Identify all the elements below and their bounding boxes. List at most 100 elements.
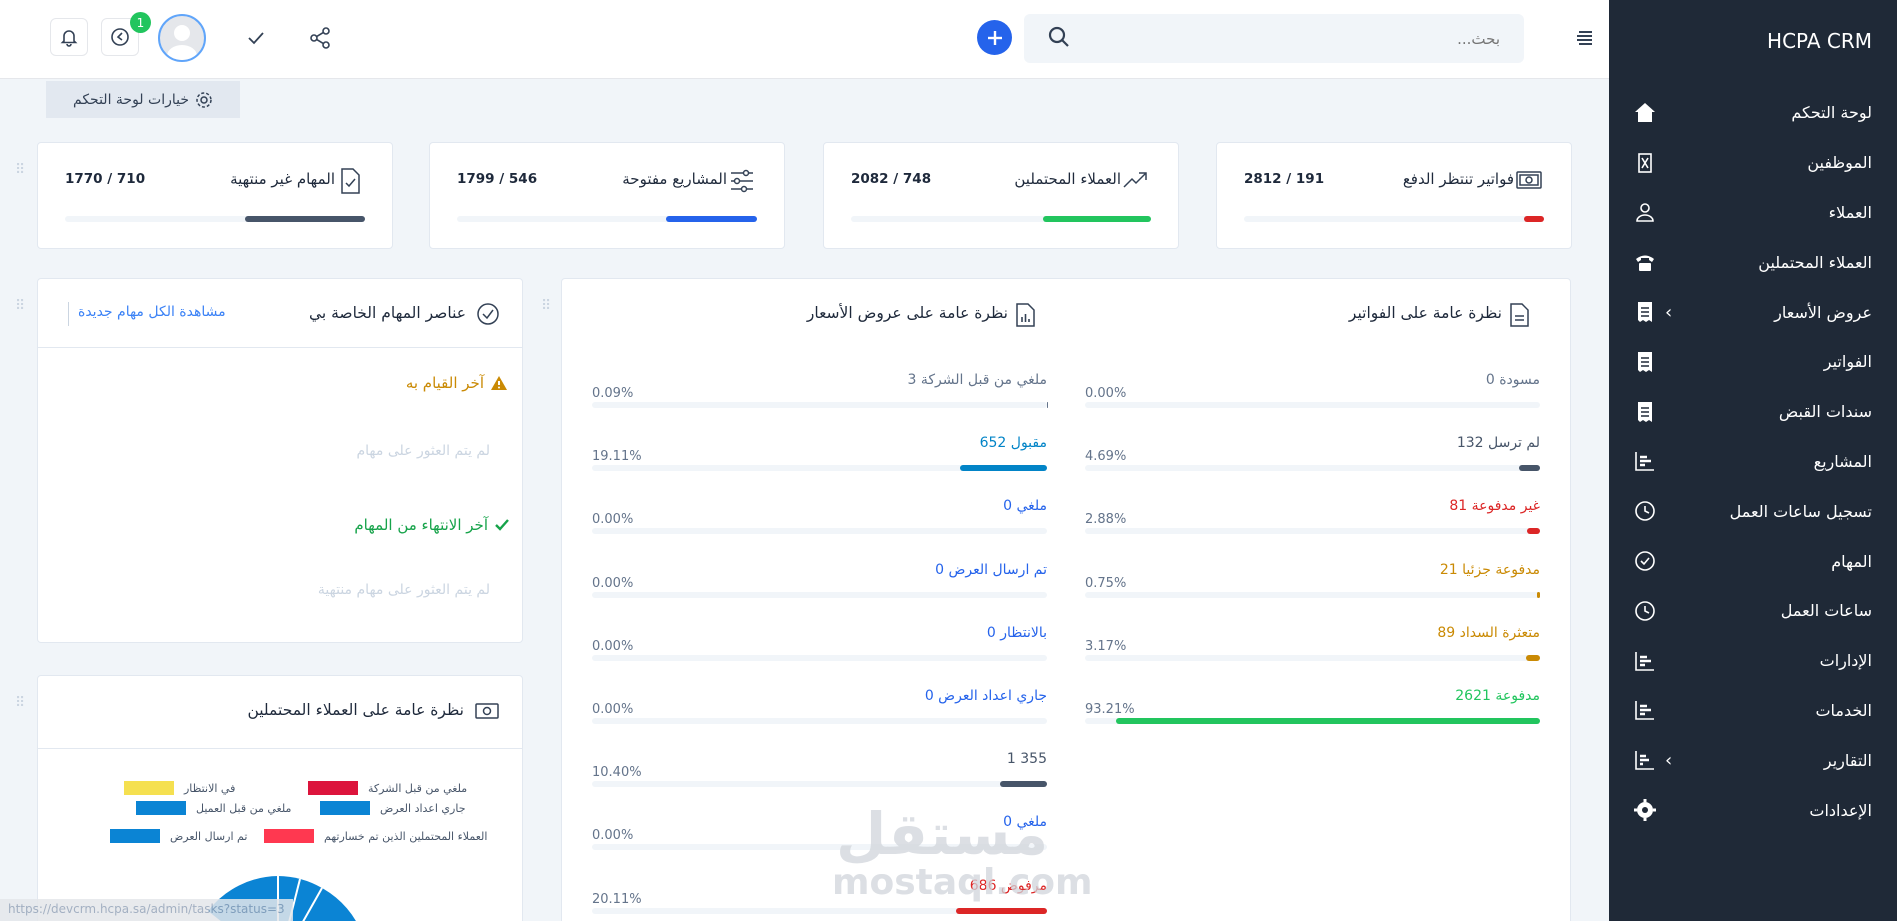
sliders-icon xyxy=(728,167,756,199)
row-label[interactable]: 0 مسودة xyxy=(1486,372,1540,388)
legend-item[interactable]: ملغي من قبل العميل xyxy=(136,801,291,815)
sidebar-item[interactable]: لوحة التحكم xyxy=(1609,88,1897,138)
overview-row: 0 ملغي 0.00% xyxy=(592,498,1047,536)
search-input[interactable] xyxy=(1084,14,1514,63)
dashboard-options-button[interactable]: خيارات لوحة التحكم xyxy=(46,81,240,118)
avatar[interactable] xyxy=(158,14,206,62)
row-label[interactable]: 89 متعثرة السداد xyxy=(1437,625,1540,641)
drag-handle-icon[interactable]: ⠿ xyxy=(541,298,551,314)
sidebar-item-label: لوحة التحكم xyxy=(1791,103,1872,123)
stat-card: العملاء المحتملين 2082 / 748 xyxy=(823,142,1179,249)
tasks-links[interactable]: مشاهدة الكل مهام جديدة xyxy=(78,304,226,320)
overview-row: 1 355 10.40% xyxy=(592,751,1047,789)
row-label[interactable]: 2621 مدفوعة xyxy=(1455,688,1540,704)
sidebar-item[interactable]: ساعات العمل xyxy=(1609,586,1897,636)
legend-swatch xyxy=(264,829,314,843)
row-label[interactable]: 81 غير مدفوعة xyxy=(1449,498,1540,514)
sidebar-nav: لوحة التحكم الموظفين العملاء العملاء المحتم… xyxy=(1609,88,1897,835)
row-percent: 2.88% xyxy=(1085,512,1127,528)
legend-label: تم ارسال العرض xyxy=(170,829,248,843)
sidebar-item-label: تسجيل ساعات العمل xyxy=(1729,501,1872,521)
legend-item[interactable]: تم ارسال العرض xyxy=(110,829,247,843)
stat-progress xyxy=(851,216,1151,222)
drag-handle-icon[interactable]: ⠿ xyxy=(15,162,25,178)
sidebar-item-label: الخدمات xyxy=(1815,700,1872,720)
sidebar-item[interactable]: تسجيل ساعات العمل xyxy=(1609,486,1897,536)
sidebar-item[interactable]: الخدمات xyxy=(1609,686,1897,736)
drag-handle-icon[interactable]: ⠿ xyxy=(15,695,25,711)
row-label[interactable]: 652 مقبول xyxy=(980,435,1047,451)
overview-row: 652 مقبول 19.11% xyxy=(592,435,1047,473)
phone-icon xyxy=(1633,250,1657,274)
chevron-left-icon[interactable]: ‹ xyxy=(1665,302,1679,323)
legend-item[interactable]: جاري اعداد العرض xyxy=(320,801,466,815)
stat-card: المشاريع مفتوحة 1799 / 546 xyxy=(429,142,785,249)
sidebar-item[interactable]: الإعدادات xyxy=(1609,785,1897,835)
gear-icon xyxy=(196,91,212,108)
row-label[interactable]: 132 لم ترسل xyxy=(1457,435,1540,451)
check-circle-icon xyxy=(477,303,499,325)
legend-label: ملغي من قبل العميل xyxy=(196,801,292,815)
overview-row: 0 بالانتظار 0.00% xyxy=(592,625,1047,663)
overview-row: 2621 مدفوعة 93.21% xyxy=(1085,688,1540,726)
search-icon[interactable] xyxy=(1048,26,1070,52)
sidebar-item[interactable]: سندات القبض xyxy=(1609,387,1897,437)
sidebar-item[interactable]: العملاء المحتملين xyxy=(1609,237,1897,287)
sidebar-item[interactable]: التقارير ‹ xyxy=(1609,735,1897,785)
row-label[interactable]: 0 جاري اعداد العرض xyxy=(925,688,1047,704)
row-percent: 0.00% xyxy=(592,702,634,717)
chart-icon xyxy=(1633,698,1657,722)
sidebar-item[interactable]: العملاء xyxy=(1609,188,1897,238)
legend-item[interactable]: العملاء المحتملين الذين تم خسارتهم xyxy=(264,829,487,843)
tasks-title: عناصر المهام الخاصة بي xyxy=(308,304,466,322)
sidebar-item-label: الموظفين xyxy=(1807,153,1872,173)
file-check-icon xyxy=(336,167,364,199)
latest-done-label: آخر الانتهاء من المهام xyxy=(354,516,488,534)
invoices-overview-title: نظرة عامة على الفواتير xyxy=(1348,304,1502,322)
row-percent: 93.21% xyxy=(1085,702,1135,717)
share-icon[interactable] xyxy=(302,20,338,56)
bell-icon[interactable] xyxy=(50,18,88,56)
stat-progress xyxy=(1244,216,1544,222)
sidebar-item-label: الفواتير xyxy=(1823,352,1872,372)
row-percent: 0.00% xyxy=(592,828,634,844)
row-label[interactable]: 1 355 xyxy=(1007,751,1047,767)
menu-toggle-icon[interactable] xyxy=(1574,28,1594,52)
tasks-card-header: عناصر المهام الخاصة بي مشاهدة الكل مهام … xyxy=(38,279,522,348)
drag-handle-icon[interactable]: ⠿ xyxy=(15,298,25,314)
row-progress xyxy=(1085,718,1540,724)
document-icon xyxy=(1510,303,1529,327)
sidebar-item[interactable]: المهام xyxy=(1609,536,1897,586)
leads-overview-title: نظرة عامة على العملاء المحتملين xyxy=(247,701,464,719)
sidebar-item[interactable]: المشاريع xyxy=(1609,437,1897,487)
row-label[interactable]: 0 ملغي xyxy=(1003,498,1047,514)
plus-icon xyxy=(987,30,1002,45)
row-label[interactable]: 3 ملغي من قبل الشركة xyxy=(908,372,1047,388)
tasks-card: عناصر المهام الخاصة بي مشاهدة الكل مهام … xyxy=(37,278,523,643)
bar-chart-icon xyxy=(1633,748,1657,772)
row-progress xyxy=(592,718,1047,724)
legend-swatch xyxy=(308,781,358,795)
stat-card: المهام غير منتهية 1770 / 710 xyxy=(37,142,393,249)
sidebar-item[interactable]: الموظفين xyxy=(1609,138,1897,188)
sidebar-item[interactable]: عروض الأسعار ‹ xyxy=(1609,287,1897,337)
receipt-icon xyxy=(1633,300,1657,324)
trend-up-icon xyxy=(1122,167,1150,199)
add-button[interactable] xyxy=(977,20,1012,55)
row-label[interactable]: 0 بالانتظار xyxy=(987,625,1047,641)
legend-item[interactable]: في الانتظار xyxy=(124,781,235,795)
sidebar-item[interactable]: الإدارات xyxy=(1609,636,1897,686)
row-percent: 0.00% xyxy=(592,575,634,591)
sidebar-item[interactable]: الفواتير xyxy=(1609,337,1897,387)
money-icon xyxy=(475,703,499,719)
sidebar-item-label: العملاء المحتملين xyxy=(1758,252,1872,272)
check-icon[interactable] xyxy=(238,20,274,56)
row-percent: 3.17% xyxy=(1085,638,1127,654)
row-label[interactable]: 21 مدفوعة جزئيا xyxy=(1440,562,1540,578)
sidebar-item-label: المهام xyxy=(1831,551,1872,571)
chevron-left-icon[interactable]: ‹ xyxy=(1665,750,1679,771)
dashboard-options-label: خيارات لوحة التحكم xyxy=(73,91,189,108)
row-label[interactable]: 0 تم ارسال العرض xyxy=(935,562,1047,578)
legend-item[interactable]: ملغي من قبل الشركة xyxy=(308,781,467,795)
clock-icon xyxy=(1633,599,1657,623)
